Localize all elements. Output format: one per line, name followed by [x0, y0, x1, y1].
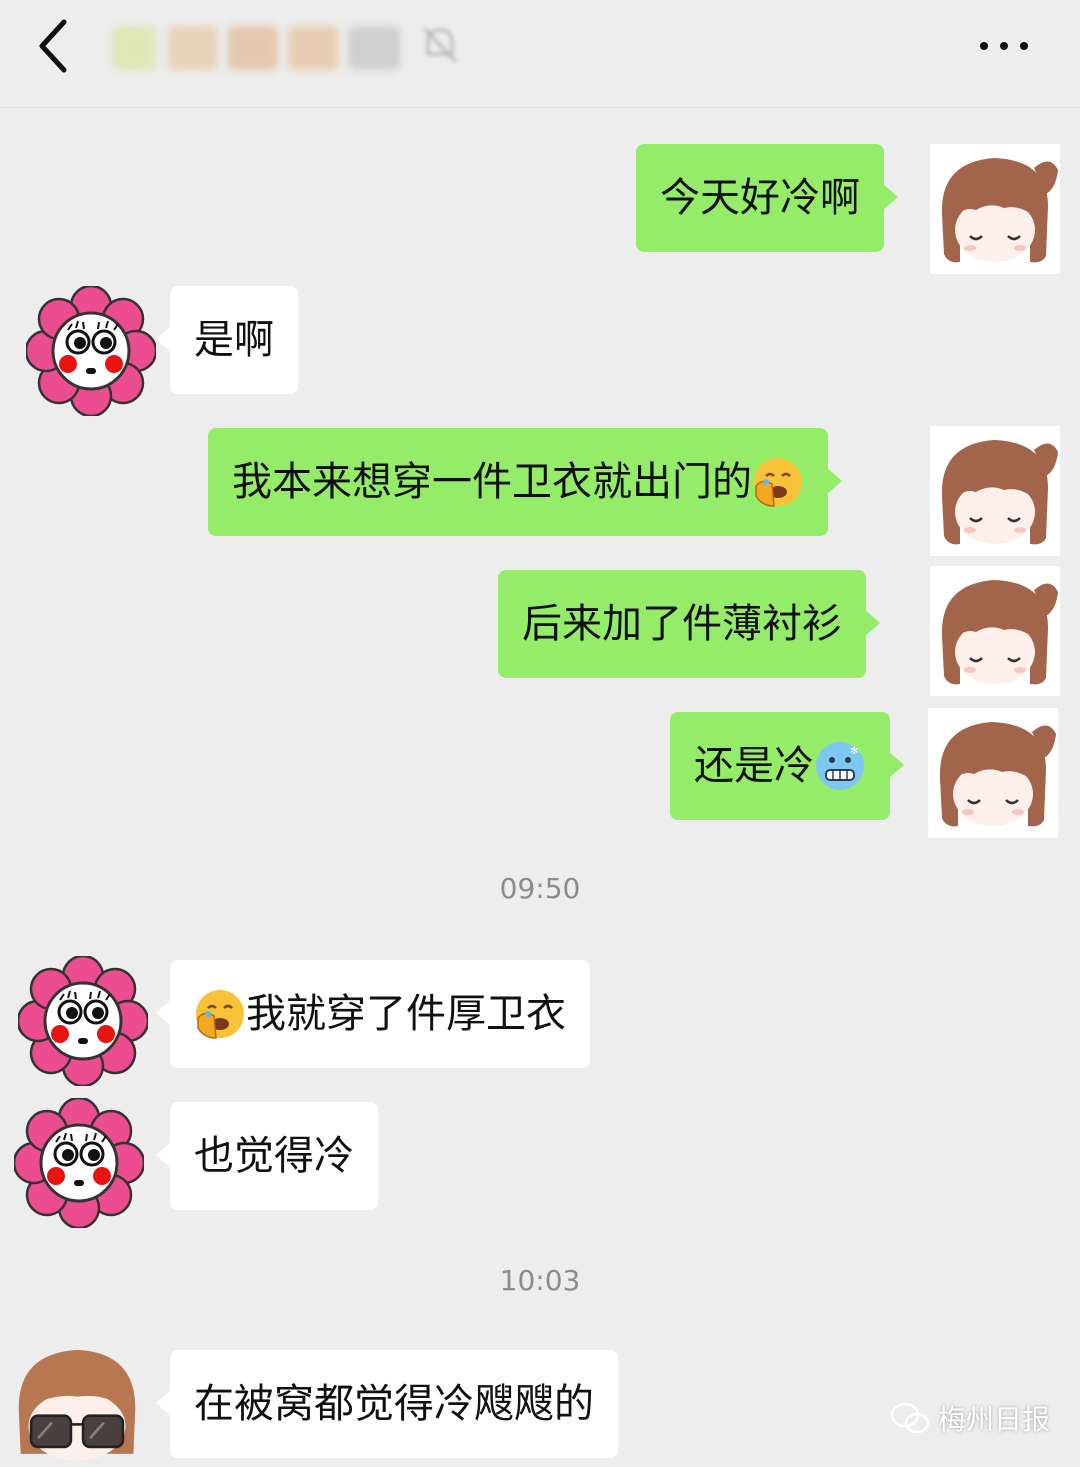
message-bubble-sent[interactable]: 我本来想穿一件卫衣就出门的 — [208, 428, 842, 536]
message-bubble-received[interactable]: 是啊 — [156, 286, 298, 394]
facepalm-emoji-icon — [752, 456, 804, 508]
my-avatar[interactable] — [930, 566, 1060, 696]
message-text: 还是冷 — [694, 743, 814, 789]
message-bubble-sent[interactable]: 今天好冷啊 — [636, 144, 898, 252]
watermark-text: 梅州日报 — [938, 1403, 1051, 1436]
message-text: 是啊 — [194, 317, 274, 363]
message-bubble-received[interactable]: 也觉得冷 — [156, 1102, 378, 1210]
message-text: 在被窝都觉得冷飕飕的 — [194, 1381, 594, 1427]
my-avatar[interactable] — [928, 708, 1058, 838]
chevron-left-icon — [39, 19, 67, 73]
timestamp: 09:50 — [499, 872, 581, 905]
watermark: 梅州日报 — [890, 1398, 1050, 1438]
timestamp: 10:03 — [499, 1264, 581, 1297]
message-bubble-received[interactable]: 我就穿了件厚卫衣 — [156, 960, 590, 1068]
contact-avatar[interactable] — [14, 1098, 144, 1228]
message-text: 我本来想穿一件卫衣就出门的 — [232, 459, 752, 505]
message-text: 我就穿了件厚卫衣 — [246, 991, 566, 1037]
contact-avatar[interactable] — [26, 286, 156, 416]
my-avatar[interactable] — [930, 426, 1060, 556]
facepalm-emoji-icon — [194, 988, 246, 1040]
chat-title-blurred — [108, 20, 408, 76]
bell-muted-icon — [420, 22, 460, 66]
message-text: 后来加了件薄衬衫 — [522, 601, 842, 647]
back-button[interactable] — [26, 12, 86, 78]
message-bubble-sent[interactable]: 还是冷 — [670, 712, 904, 820]
my-avatar[interactable] — [930, 144, 1060, 274]
message-text: 也觉得冷 — [194, 1133, 354, 1179]
message-text: 今天好冷啊 — [660, 175, 860, 221]
message-bubble-sent[interactable]: 后来加了件薄衬衫 — [498, 570, 880, 678]
contact-avatar-sunglasses[interactable] — [12, 1336, 142, 1466]
more-dots-icon — [980, 42, 988, 50]
wechat-official-account-icon — [890, 1402, 930, 1434]
more-button[interactable] — [972, 26, 1038, 66]
contact-avatar[interactable] — [18, 956, 148, 1086]
chat-header — [0, 0, 1080, 108]
message-bubble-received[interactable]: 在被窝都觉得冷飕飕的 — [156, 1350, 618, 1458]
cold-face-emoji-icon — [815, 741, 865, 791]
